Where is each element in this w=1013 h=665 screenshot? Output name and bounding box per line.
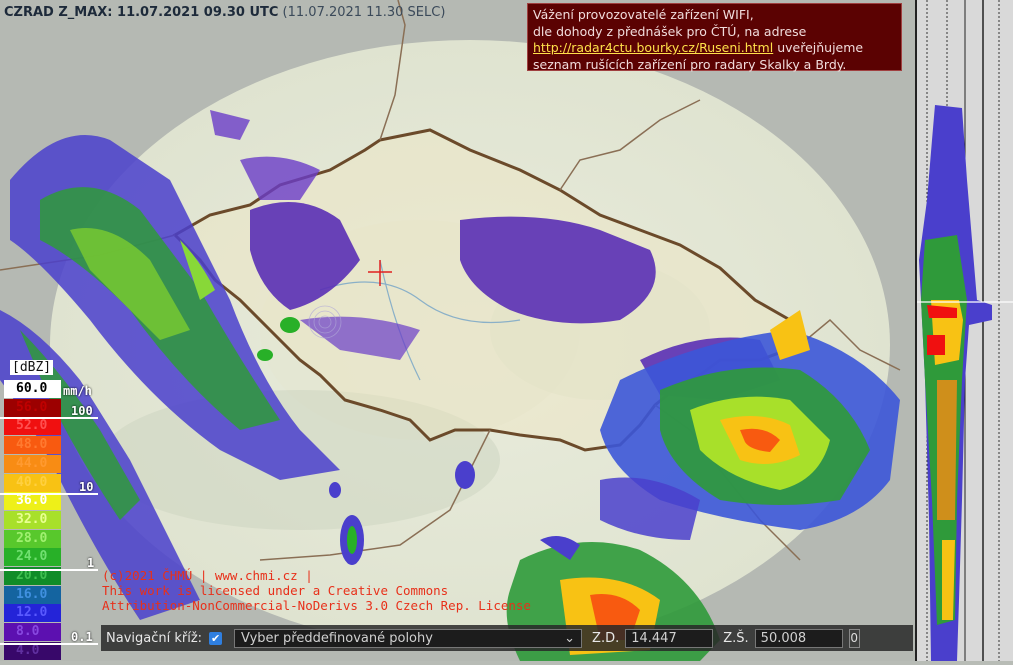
rain-mark-1: 1: [87, 556, 95, 570]
rain-mark-10: 10: [79, 480, 94, 494]
radar-map[interactable]: [0, 0, 915, 661]
product-title-local-time: (11.07.2021 11.30 SELC): [282, 5, 446, 20]
legend-row: 24.0: [4, 548, 61, 567]
legend-unit: [dBZ]: [10, 360, 54, 375]
notice-link[interactable]: http://radar4ctu.bourky.cz/Ruseni.html: [533, 40, 773, 55]
chevron-down-icon: ⌄: [564, 630, 576, 646]
longitude-label: Z.D.: [592, 630, 620, 646]
legend-row: 40.0: [4, 473, 61, 492]
notice-line-1: Vážení provozovatelé zařízení WIFI,: [533, 7, 754, 22]
legend-rain-unit: mm/h: [63, 384, 92, 398]
license-line-1: (c)2021 ČHMÚ | www.chmi.cz |: [102, 568, 313, 583]
radar-map-canvas: [0, 0, 915, 661]
rain-mark-100: 100: [71, 404, 93, 418]
vertical-profile-panel: [915, 0, 1013, 661]
legend-row: 56.0: [4, 398, 61, 417]
preset-location-placeholder: Vyber předdefinované polohy: [241, 630, 433, 646]
longitude-field[interactable]: 14.447: [625, 628, 714, 648]
legend-row: 44.0: [4, 454, 61, 473]
rain-mark-0-1-line: [0, 643, 98, 645]
license-line-2: This work is licensed under a Creative C…: [102, 583, 449, 598]
latitude-field[interactable]: 50.008: [754, 628, 843, 648]
product-title: CZRAD Z_MAX: 11.07.2021 09.30 UTC (11.07…: [4, 5, 445, 25]
legend-row: 8.0: [4, 623, 61, 642]
navigation-cross-checkbox[interactable]: ✔: [209, 631, 223, 645]
navigation-bar: Navigační kříž: ✔ Vyber předdefinované p…: [101, 625, 913, 651]
legend-row: 48.0: [4, 436, 61, 455]
notice-line-2: dle dohody z přednášek pro ČTÚ, na adres…: [533, 23, 807, 39]
rain-mark-0-1: 0.1: [71, 630, 93, 644]
notice-line-3: http://radar4ctu.bourky.cz/Ruseni.html u…: [533, 40, 901, 57]
legend-row: 52.0: [4, 417, 61, 436]
legend-row: 12.0: [4, 604, 61, 623]
license-text: (c)2021 ČHMÚ | www.chmi.cz | This work is…: [102, 568, 531, 613]
notice-line-4: seznam rušících zařízení pro radary Skal…: [533, 56, 847, 72]
preset-location-select[interactable]: Vyber předdefinované polohy ⌄: [234, 628, 583, 648]
vertical-profile-canvas: [917, 0, 1013, 661]
legend-row: 32.0: [4, 510, 61, 529]
wifi-notice-box: Vážení provozovatelé zařízení WIFI, dle …: [527, 3, 902, 72]
product-title-main: CZRAD Z_MAX: 11.07.2021 09.30 UTC: [4, 5, 279, 20]
notice-line-3-rest: uveřejňujeme: [773, 40, 864, 55]
legend-row: 16.0: [4, 585, 61, 604]
latitude-label: Z.Š.: [723, 630, 749, 646]
legend-row: 60.0: [4, 380, 61, 398]
rain-mark-10-line: [0, 493, 98, 495]
license-line-3: Attribution-NonCommercial-NoDerivs 3.0 C…: [102, 598, 531, 613]
navigation-cross-label: Navigační kříž:: [106, 630, 203, 646]
rain-mark-1-line: [0, 569, 98, 571]
rain-mark-100-line: [0, 417, 98, 419]
legend-row: 28.0: [4, 529, 61, 548]
zero-button[interactable]: 0: [848, 628, 860, 648]
